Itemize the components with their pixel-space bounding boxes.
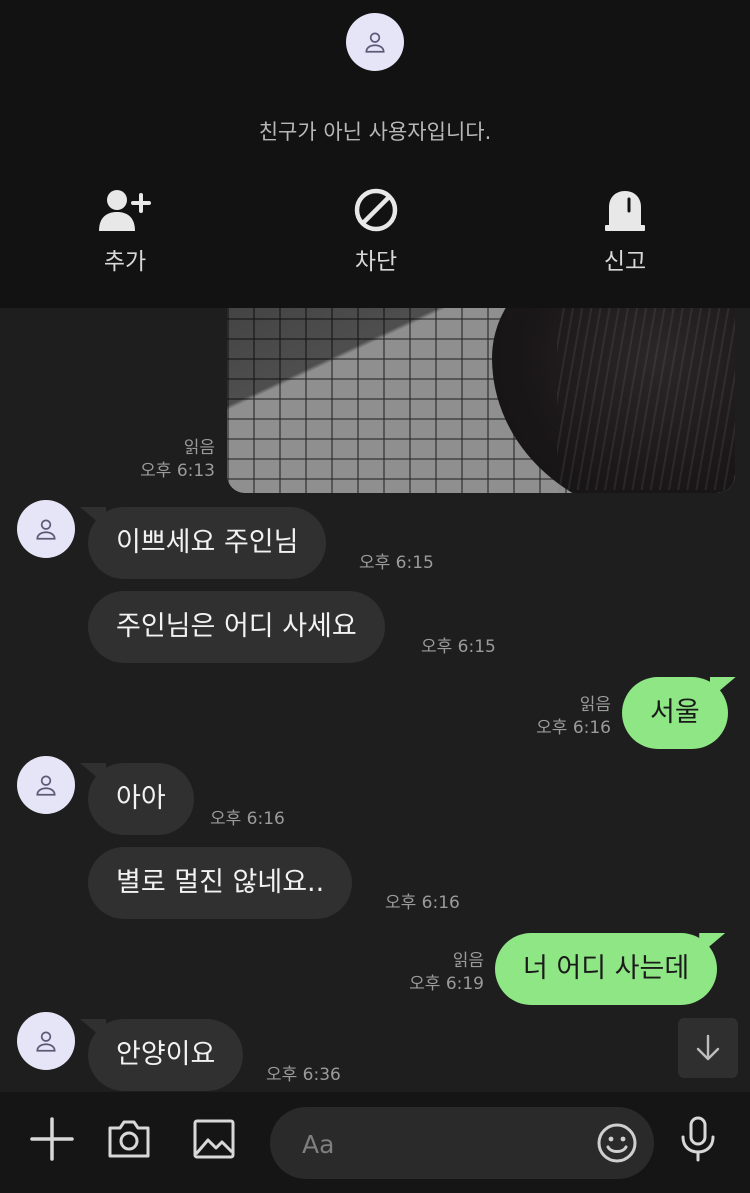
block-label: 차단 [354, 249, 398, 275]
message-meta: 읽음 오후 6:16 [510, 694, 611, 740]
microphone-icon [681, 1116, 715, 1162]
sender-avatar[interactable] [17, 1012, 75, 1070]
shared-photo[interactable] [227, 280, 735, 493]
message-meta: 읽음 오후 6:19 [383, 950, 484, 996]
message-input-container [270, 1107, 654, 1179]
composer-bar [0, 1092, 750, 1193]
message-bubble[interactable]: 서울 [622, 677, 728, 749]
arrow-down-icon [696, 1034, 720, 1061]
message-time: 오후 6:16 [385, 893, 460, 913]
block-icon [316, 186, 436, 234]
message-time: 오후 6:15 [421, 637, 496, 657]
photo-hair-strands [557, 290, 735, 490]
add-friend-label: 추가 [103, 249, 147, 275]
read-receipt: 읽음 [183, 438, 215, 458]
photo-meta: 읽음 오후 6:13 [120, 437, 215, 483]
plus-button[interactable] [27, 1114, 77, 1164]
voice-button[interactable] [673, 1114, 723, 1164]
emoji-button[interactable] [596, 1122, 638, 1164]
message-input[interactable] [300, 1121, 584, 1167]
sender-avatar[interactable] [17, 756, 75, 814]
person-icon [365, 32, 385, 53]
message-bubble[interactable]: 안양이요 [88, 1019, 244, 1091]
emoji-icon [597, 1123, 637, 1163]
chat-screen: 읽음 오후 6:13 이쁘세요 주인님 오후 6:15 주인님은 어디 사세요 … [0, 0, 750, 1193]
message-bubble[interactable]: 아아 [88, 763, 194, 835]
message-bubble[interactable]: 이쁘세요 주인님 [88, 507, 327, 579]
report-button[interactable]: 신고 [565, 186, 685, 276]
message-time: 오후 6:15 [359, 553, 434, 573]
add-friend-icon [65, 186, 185, 234]
camera-button[interactable] [104, 1114, 154, 1164]
scroll-to-bottom-button[interactable] [678, 1018, 738, 1078]
plus-icon [30, 1117, 74, 1161]
image-icon [193, 1119, 235, 1159]
sender-avatar[interactable] [17, 500, 75, 558]
not-friend-notice: 친구가 아닌 사용자입니다. [258, 120, 492, 144]
camera-icon [108, 1120, 150, 1158]
message-bubble[interactable]: 별로 멀진 않네요.. [88, 847, 353, 919]
person-icon [36, 775, 56, 796]
profile-avatar[interactable] [346, 13, 404, 71]
read-receipt: 읽음 [452, 951, 484, 971]
message-bubble[interactable]: 너 어디 사는데 [495, 933, 718, 1005]
message-time: 오후 6:19 [409, 974, 484, 994]
message-time: 오후 6:16 [210, 809, 285, 829]
gallery-button[interactable] [189, 1114, 239, 1164]
block-button[interactable]: 차단 [316, 186, 436, 276]
report-icon [565, 186, 685, 234]
add-friend-button[interactable]: 추가 [65, 186, 185, 276]
report-label: 신고 [603, 249, 647, 275]
message-time: 오후 6:13 [140, 461, 215, 481]
person-icon [36, 519, 56, 540]
message-bubble[interactable]: 주인님은 어디 사세요 [88, 591, 385, 663]
person-icon [36, 1031, 56, 1052]
message-time: 오후 6:16 [536, 718, 611, 738]
message-time: 오후 6:36 [266, 1065, 341, 1085]
read-receipt: 읽음 [579, 695, 611, 715]
stranger-banner: 친구가 아닌 사용자입니다. 추가 차단 신고 [0, 0, 750, 308]
